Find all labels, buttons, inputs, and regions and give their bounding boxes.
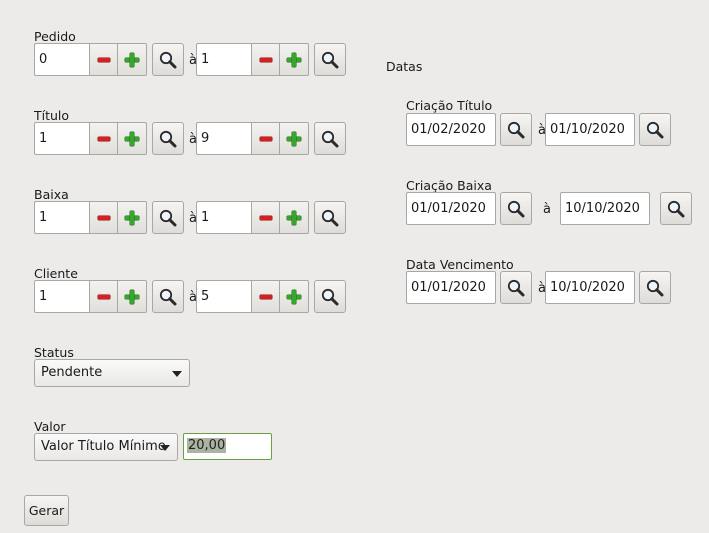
magnifier-icon: [158, 50, 178, 70]
baixa-from-search-button[interactable]: [152, 201, 184, 234]
plus-icon: [287, 289, 301, 304]
pedido-to-decrement-button[interactable]: [251, 43, 280, 76]
data-vencimento-to-input[interactable]: 10/10/2020: [545, 271, 635, 304]
magnifier-icon: [158, 208, 178, 228]
pedido-from-search-button[interactable]: [152, 43, 184, 76]
criacao-titulo-to-search-button[interactable]: [639, 113, 671, 146]
magnifier-icon: [506, 120, 526, 140]
plus-icon: [287, 210, 301, 225]
titulo-label: Título: [34, 108, 70, 123]
titulo-to-search-button[interactable]: [314, 122, 346, 155]
titulo-from-decrement-button[interactable]: [89, 122, 118, 155]
magnifier-icon: [320, 287, 340, 307]
titulo-from-input[interactable]: 1: [34, 122, 89, 155]
datas-heading: Datas: [386, 59, 423, 74]
data-vencimento-from-search-button[interactable]: [500, 271, 532, 304]
minus-icon: [97, 215, 110, 220]
minus-icon: [97, 57, 110, 62]
baixa-to-increment-button[interactable]: [280, 201, 309, 234]
magnifier-icon: [158, 287, 178, 307]
baixa-from-decrement-button[interactable]: [89, 201, 118, 234]
plus-icon: [287, 131, 301, 146]
minus-icon: [259, 294, 272, 299]
valor-amount-value: 20,00: [187, 438, 227, 453]
baixa-label: Baixa: [34, 187, 69, 202]
status-select-value: Pendente: [41, 365, 103, 380]
pedido-to-input[interactable]: 1: [196, 43, 251, 76]
data-vencimento-to-search-button[interactable]: [639, 271, 671, 304]
criacao-baixa-to-search-button[interactable]: [660, 192, 692, 225]
magnifier-icon: [666, 199, 686, 219]
valor-type-select[interactable]: Valor Título Mínimo: [34, 433, 178, 461]
plus-icon: [125, 52, 139, 67]
magnifier-icon: [645, 278, 665, 298]
cliente-from-input[interactable]: 1: [34, 280, 89, 313]
magnifier-icon: [320, 129, 340, 149]
baixa-to-input[interactable]: 1: [196, 201, 251, 234]
minus-icon: [259, 215, 272, 220]
baixa-from-input[interactable]: 1: [34, 201, 89, 234]
criacao-titulo-from-input[interactable]: 01/02/2020: [406, 113, 496, 146]
criacao-baixa-range-separator: à: [543, 202, 551, 217]
plus-icon: [287, 52, 301, 67]
pedido-from-input[interactable]: 0: [34, 43, 89, 76]
magnifier-icon: [506, 278, 526, 298]
data-vencimento-label: Data Vencimento: [406, 257, 514, 272]
minus-icon: [259, 57, 272, 62]
cliente-from-search-button[interactable]: [152, 280, 184, 313]
plus-icon: [125, 289, 139, 304]
status-label: Status: [34, 345, 74, 360]
minus-icon: [259, 136, 272, 141]
pedido-from-decrement-button[interactable]: [89, 43, 118, 76]
cliente-from-decrement-button[interactable]: [89, 280, 118, 313]
magnifier-icon: [320, 50, 340, 70]
baixa-to-search-button[interactable]: [314, 201, 346, 234]
minus-icon: [97, 294, 110, 299]
baixa-from-increment-button[interactable]: [118, 201, 147, 234]
valor-label: Valor: [34, 419, 66, 434]
titulo-from-increment-button[interactable]: [118, 122, 147, 155]
cliente-to-search-button[interactable]: [314, 280, 346, 313]
pedido-label: Pedido: [34, 29, 76, 44]
titulo-to-increment-button[interactable]: [280, 122, 309, 155]
criacao-baixa-from-input[interactable]: 01/01/2020: [406, 192, 496, 225]
criacao-baixa-from-search-button[interactable]: [500, 192, 532, 225]
cliente-to-input[interactable]: 5: [196, 280, 251, 313]
cliente-to-increment-button[interactable]: [280, 280, 309, 313]
status-select[interactable]: Pendente: [34, 359, 190, 387]
cliente-to-decrement-button[interactable]: [251, 280, 280, 313]
criacao-titulo-from-search-button[interactable]: [500, 113, 532, 146]
cliente-from-increment-button[interactable]: [118, 280, 147, 313]
pedido-from-increment-button[interactable]: [118, 43, 147, 76]
data-vencimento-from-input[interactable]: 01/01/2020: [406, 271, 496, 304]
criacao-titulo-to-input[interactable]: 01/10/2020: [545, 113, 635, 146]
valor-amount-input[interactable]: 20,00: [183, 433, 272, 460]
criacao-baixa-to-input[interactable]: 10/10/2020: [560, 192, 650, 225]
caret-down-icon: [160, 445, 170, 451]
titulo-from-search-button[interactable]: [152, 122, 184, 155]
titulo-to-decrement-button[interactable]: [251, 122, 280, 155]
magnifier-icon: [158, 129, 178, 149]
pedido-to-search-button[interactable]: [314, 43, 346, 76]
plus-icon: [125, 131, 139, 146]
plus-icon: [125, 210, 139, 225]
titulo-to-input[interactable]: 9: [196, 122, 251, 155]
gerar-button[interactable]: Gerar: [24, 495, 69, 526]
minus-icon: [97, 136, 110, 141]
cliente-label: Cliente: [34, 266, 78, 281]
caret-down-icon: [172, 371, 182, 377]
valor-type-select-value: Valor Título Mínimo: [41, 439, 166, 454]
baixa-to-decrement-button[interactable]: [251, 201, 280, 234]
magnifier-icon: [645, 120, 665, 140]
criacao-titulo-label: Criação Título: [406, 98, 493, 113]
pedido-to-increment-button[interactable]: [280, 43, 309, 76]
magnifier-icon: [320, 208, 340, 228]
criacao-baixa-label: Criação Baixa: [406, 178, 492, 193]
magnifier-icon: [506, 199, 526, 219]
